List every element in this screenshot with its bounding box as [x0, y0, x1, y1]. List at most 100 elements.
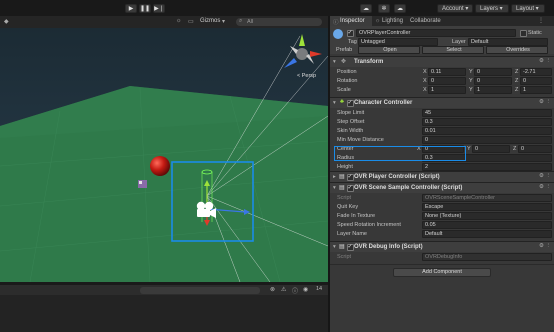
scale-y-field[interactable]: 1: [474, 86, 512, 94]
position-z-field[interactable]: -2.71: [520, 68, 552, 76]
step-offset-field[interactable]: 0.3: [422, 118, 552, 126]
tab-inspector-label: Inspector: [340, 18, 365, 24]
info-icon[interactable]: ⓘ: [292, 286, 298, 295]
quit-key-dropdown[interactable]: Escape: [422, 203, 552, 211]
component-menu-icon[interactable]: ⚙ ⋮: [539, 99, 551, 105]
component-menu-icon[interactable]: ⚙ ⋮: [539, 184, 551, 190]
error-icon[interactable]: ⊗: [270, 286, 275, 293]
log-icon[interactable]: ◉: [303, 286, 308, 293]
play-button[interactable]: ▶: [125, 4, 137, 13]
quit-key-row: Quit Key Escape: [330, 203, 554, 212]
fade-texture-field[interactable]: None (Texture): [422, 212, 552, 220]
pause-button[interactable]: ❚❚: [139, 4, 151, 13]
hidden-objects-icon[interactable]: ▭: [188, 18, 194, 25]
component-menu-icon[interactable]: ⚙ ⋮: [539, 58, 551, 64]
tab-lighting[interactable]: ☼ Lighting: [373, 16, 409, 26]
prefab-overrides-button[interactable]: Overrides: [486, 46, 548, 54]
log-count: 14: [316, 286, 323, 292]
rotation-x-field[interactable]: 0: [428, 77, 466, 85]
position-label: Position: [337, 69, 357, 75]
axis-z-label: Z: [515, 78, 519, 84]
layer-value: Default: [471, 39, 489, 45]
gameobject-icon: [333, 29, 343, 39]
bottom-panel: ⊗ ⚠ ⓘ ◉ 14: [0, 282, 328, 332]
collab-icon[interactable]: ☁: [360, 4, 372, 13]
min-move-field[interactable]: 0: [422, 136, 552, 144]
ovr-player-controller-header[interactable]: ▸ ▤ OVR Player Controller (Script) ⚙ ⋮: [330, 171, 554, 182]
gizmos-chevron-icon[interactable]: ▾: [222, 18, 225, 25]
scene-tools-icon[interactable]: ◆: [4, 18, 9, 25]
component-menu-icon[interactable]: ⚙ ⋮: [539, 173, 551, 179]
center-y-field[interactable]: 0: [472, 145, 510, 153]
ovr-debug-info-header[interactable]: ▾ ▤ OVR Debug Info (Script) ⚙ ⋮: [330, 241, 554, 252]
scene-search-input[interactable]: ⌕ All: [236, 18, 322, 26]
static-checkbox[interactable]: [520, 30, 527, 37]
tab-collaborate[interactable]: Collaborate: [410, 16, 450, 26]
object-name-field[interactable]: OVRPlayerController: [356, 29, 516, 37]
ovr-scene-sample-enabled-checkbox[interactable]: [347, 184, 354, 192]
speed-rotation-field[interactable]: 0.05: [422, 221, 552, 229]
foldout-arrow-icon[interactable]: ▾: [333, 100, 336, 106]
rotation-y-field[interactable]: 0: [474, 77, 512, 85]
character-controller-enabled-checkbox[interactable]: [347, 99, 354, 107]
active-checkbox[interactable]: [347, 29, 354, 37]
axis-z-label: Z: [513, 146, 517, 152]
script-field: OVRDebugInfo: [422, 253, 552, 261]
ovr-player-controller-enabled-checkbox[interactable]: [347, 173, 354, 181]
layers-dropdown[interactable]: Layers ▾: [475, 4, 509, 13]
tab-collaborate-label: Collaborate: [410, 18, 441, 24]
ovr-scene-sample-header[interactable]: ▾ ▤ OVR Scene Sample Controller (Script)…: [330, 182, 554, 193]
ovr-debug-info-enabled-checkbox[interactable]: [347, 243, 354, 251]
ovr-debug-info-title: OVR Debug Info (Script): [354, 243, 423, 250]
services-icon[interactable]: ✲: [378, 4, 390, 13]
min-move-row: Min Move Distance 0: [330, 136, 554, 145]
scale-x-field[interactable]: 1: [428, 86, 466, 94]
layer-dropdown[interactable]: Default: [468, 38, 548, 46]
tab-inspector[interactable]: ⓘ Inspector: [330, 16, 372, 26]
foldout-arrow-icon[interactable]: ▸: [333, 174, 336, 180]
foldout-arrow-icon[interactable]: ▾: [333, 185, 336, 191]
account-dropdown[interactable]: Account ▾: [437, 4, 473, 13]
slope-limit-field[interactable]: 45: [422, 109, 552, 117]
scene-view[interactable]: < Persp: [0, 16, 328, 282]
transform-title: Transform: [354, 58, 384, 65]
scale-z-field[interactable]: 1: [520, 86, 552, 94]
menu-icon[interactable]: ⋮: [538, 17, 544, 24]
prefab-select-button[interactable]: Select: [422, 46, 484, 54]
layer-name-field[interactable]: Default: [422, 230, 552, 238]
script-icon: ▤: [339, 185, 345, 191]
main-toolbar: ▶ ❚❚ ▶❘ ☁ ✲ ☁ Account ▾ Layers ▾ Layout …: [0, 0, 554, 16]
speed-rotation-row: Speed Rotation Increment 0.05: [330, 221, 554, 230]
rotation-z-field[interactable]: 0: [520, 77, 552, 85]
console-search-input[interactable]: [140, 287, 260, 294]
position-x-field[interactable]: 0.11: [428, 68, 466, 76]
prefab-open-button[interactable]: Open: [358, 46, 420, 54]
axis-y-label: Y: [469, 87, 473, 93]
debug-info-script-row: Script OVRDebugInfo: [330, 253, 554, 262]
perspective-label[interactable]: < Persp: [297, 73, 316, 79]
cloud-icon[interactable]: ☁: [394, 4, 406, 13]
skin-width-field[interactable]: 0.01: [422, 127, 552, 135]
foldout-arrow-icon[interactable]: ▾: [333, 59, 336, 65]
center-z-field[interactable]: 0: [518, 145, 552, 153]
foldout-arrow-icon[interactable]: ▾: [333, 244, 336, 250]
warning-icon[interactable]: ⚠: [281, 286, 286, 293]
transform-header[interactable]: ▾ ✥ Transform ⚙ ⋮: [330, 56, 554, 67]
prefab-label: Prefab: [336, 47, 353, 53]
add-component-button[interactable]: Add Component: [393, 268, 491, 277]
effects-icon[interactable]: ☼: [176, 18, 182, 24]
axis-y-label: Y: [467, 146, 471, 152]
component-menu-icon[interactable]: ⚙ ⋮: [539, 243, 551, 249]
character-controller-header[interactable]: ▾ ♣ Character Controller ⚙ ⋮: [330, 97, 554, 108]
red-sphere[interactable]: [150, 156, 170, 176]
layout-dropdown[interactable]: Layout ▾: [511, 4, 545, 13]
tab-lighting-label: Lighting: [382, 18, 404, 24]
fade-texture-label: Fade In Texture: [337, 213, 376, 219]
step-button[interactable]: ▶❘: [153, 4, 165, 13]
fade-texture-row: Fade In Texture None (Texture): [330, 212, 554, 221]
script-icon: ▤: [339, 244, 345, 250]
height-field[interactable]: 2: [422, 163, 552, 171]
position-y-field[interactable]: 0: [474, 68, 512, 76]
gizmos-dropdown[interactable]: Gizmos: [200, 18, 220, 24]
tag-dropdown[interactable]: Untagged: [358, 38, 438, 46]
